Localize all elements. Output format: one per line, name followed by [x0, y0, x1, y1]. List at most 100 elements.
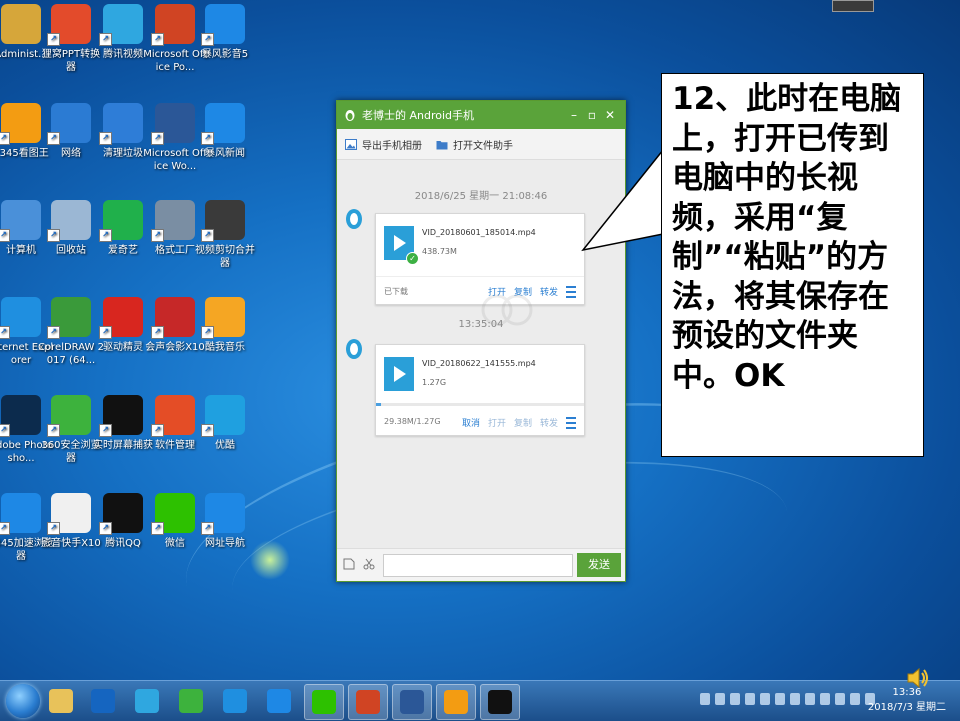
cancel-link[interactable]: 取消	[462, 416, 480, 429]
tray-icon[interactable]	[775, 693, 785, 705]
file-name: VID_20180622_141555.mp4	[422, 359, 536, 368]
word-icon: ↗	[151, 103, 195, 145]
shortcut-arrow-icon: ↗	[47, 326, 60, 339]
shortcut-arrow-icon: ↗	[99, 424, 112, 437]
penguin-icon	[345, 110, 355, 121]
desktop-shortcut[interactable]: ↗ 暴风新闻	[192, 103, 258, 160]
tray-icon[interactable]	[730, 693, 740, 705]
ie-icon: ↗	[201, 493, 245, 535]
message-input[interactable]	[383, 554, 573, 577]
photoshop-icon: ↗	[0, 395, 41, 437]
export-album-button[interactable]: 导出手机相册	[345, 137, 422, 152]
check-icon: ✓	[406, 252, 419, 265]
taskbar-powerpoint[interactable]	[348, 684, 388, 720]
shortcut-arrow-icon: ↗	[151, 424, 164, 437]
desktop-shortcut-label: 酷我音乐	[205, 342, 245, 353]
mini-widget[interactable]	[832, 0, 874, 12]
file-icon[interactable]	[343, 558, 355, 570]
desktop-shortcut[interactable]: ↗ 暴风影音5	[192, 4, 258, 61]
converter-icon: ↗	[47, 4, 91, 46]
shortcut-arrow-icon: ↗	[0, 522, 10, 535]
minimize-button[interactable]: –	[565, 108, 583, 122]
shortcut-arrow-icon: ↗	[47, 424, 60, 437]
taskbar-wechat[interactable]	[304, 684, 344, 720]
video-file-icon	[384, 357, 414, 391]
shortcut-arrow-icon: ↗	[201, 229, 214, 242]
title-bar[interactable]: 老博士的 Android手机 – ▫ ✕	[337, 101, 625, 129]
taskbar-explorer[interactable]	[42, 684, 80, 718]
speaker-icon[interactable]	[905, 665, 931, 691]
forward-link[interactable]: 转发	[540, 416, 558, 429]
taskbar-ie[interactable]	[216, 684, 254, 718]
phone-avatar-icon	[346, 339, 362, 359]
file-name: VID_20180601_185014.mp4	[422, 228, 536, 237]
powerpoint-icon	[356, 690, 380, 714]
file-message-card[interactable]: VID_20180622_141555.mp4 1.27G 29.38M/1.2…	[375, 344, 585, 436]
download-progress	[376, 403, 584, 406]
close-button[interactable]: ✕	[601, 108, 619, 122]
qq-penguin-icon: ↗	[99, 493, 143, 535]
image-viewer-icon: ↗	[0, 103, 41, 145]
tray-icon[interactable]	[790, 693, 800, 705]
more-menu-icon[interactable]	[566, 416, 576, 429]
computer-icon: ↗	[0, 200, 41, 242]
wechat-icon	[312, 690, 336, 714]
taskbar-baofeng[interactable]	[260, 684, 298, 718]
tray-icon[interactable]	[850, 693, 860, 705]
qq-penguin-icon	[488, 690, 512, 714]
taskbar-player[interactable]	[84, 684, 122, 718]
shortcut-arrow-icon: ↗	[201, 326, 214, 339]
open-file-helper-button[interactable]: 打开文件助手	[436, 137, 513, 152]
scissors-icon: ↗	[201, 200, 245, 242]
desktop-shortcut[interactable]: ↗ 网址导航	[192, 493, 258, 550]
system-tray	[700, 693, 880, 709]
desktop-shortcut[interactable]: ↗ 视频剪切合并器	[192, 200, 258, 270]
shortcut-arrow-icon: ↗	[201, 424, 214, 437]
tray-icon[interactable]	[700, 693, 710, 705]
card-divider	[376, 276, 584, 277]
maximize-button[interactable]: ▫	[583, 108, 601, 122]
grid-icon: ↗	[201, 4, 245, 46]
taskbar-tencent-video[interactable]	[128, 684, 166, 718]
send-button[interactable]: 发送	[577, 553, 621, 577]
shortcut-arrow-icon: ↗	[47, 33, 60, 46]
more-menu-icon[interactable]	[566, 285, 576, 298]
photo-icon	[345, 138, 357, 150]
shortcut-arrow-icon: ↗	[47, 132, 60, 145]
taskbar-360-browser[interactable]	[172, 684, 210, 718]
taskbar-qq[interactable]	[480, 684, 520, 720]
taskbar-image-viewer[interactable]	[436, 684, 476, 720]
download-status: 29.38M/1.27G	[384, 417, 441, 426]
shortcut-arrow-icon: ↗	[0, 132, 10, 145]
desktop-shortcut[interactable]: ↗ 酷我音乐	[192, 297, 258, 354]
shortcut-arrow-icon: ↗	[99, 229, 112, 242]
copy-link[interactable]: 复制	[514, 416, 532, 429]
browser-icon	[179, 689, 203, 713]
forward-link[interactable]: 转发	[540, 285, 558, 298]
tray-icon[interactable]	[745, 693, 755, 705]
scissors-icon[interactable]	[363, 558, 375, 570]
tray-icon[interactable]	[835, 693, 845, 705]
start-button[interactable]	[6, 684, 40, 718]
desktop-shortcut[interactable]: ↗ 优酷	[192, 395, 258, 452]
media-player-icon	[91, 689, 115, 713]
shortcut-arrow-icon: ↗	[47, 522, 60, 535]
grid-icon	[267, 689, 291, 713]
ie-icon: ↗	[0, 493, 41, 535]
tray-icon[interactable]	[760, 693, 770, 705]
tray-icon[interactable]	[715, 693, 725, 705]
record-icon: ↗	[99, 395, 143, 437]
clock-date: 2018/7/3 星期二	[867, 702, 946, 713]
ie-icon	[223, 689, 247, 713]
desktop-shortcut-label: 优酷	[215, 440, 235, 451]
taskbar-word[interactable]	[392, 684, 432, 720]
desktop-shortcut-label: 视频剪切合并器	[195, 245, 255, 269]
open-link[interactable]: 打开	[488, 416, 506, 429]
tray-icon[interactable]	[820, 693, 830, 705]
tray-icon[interactable]	[805, 693, 815, 705]
ie-icon: ↗	[0, 297, 41, 339]
shortcut-arrow-icon: ↗	[0, 326, 10, 339]
shortcut-arrow-icon: ↗	[99, 326, 112, 339]
shortcut-arrow-icon: ↗	[151, 326, 164, 339]
instruction-callout: 12、此时在电脑上，打开已传到电脑中的长视频，采用“复制”“粘贴”的方法，将其保…	[661, 73, 924, 457]
